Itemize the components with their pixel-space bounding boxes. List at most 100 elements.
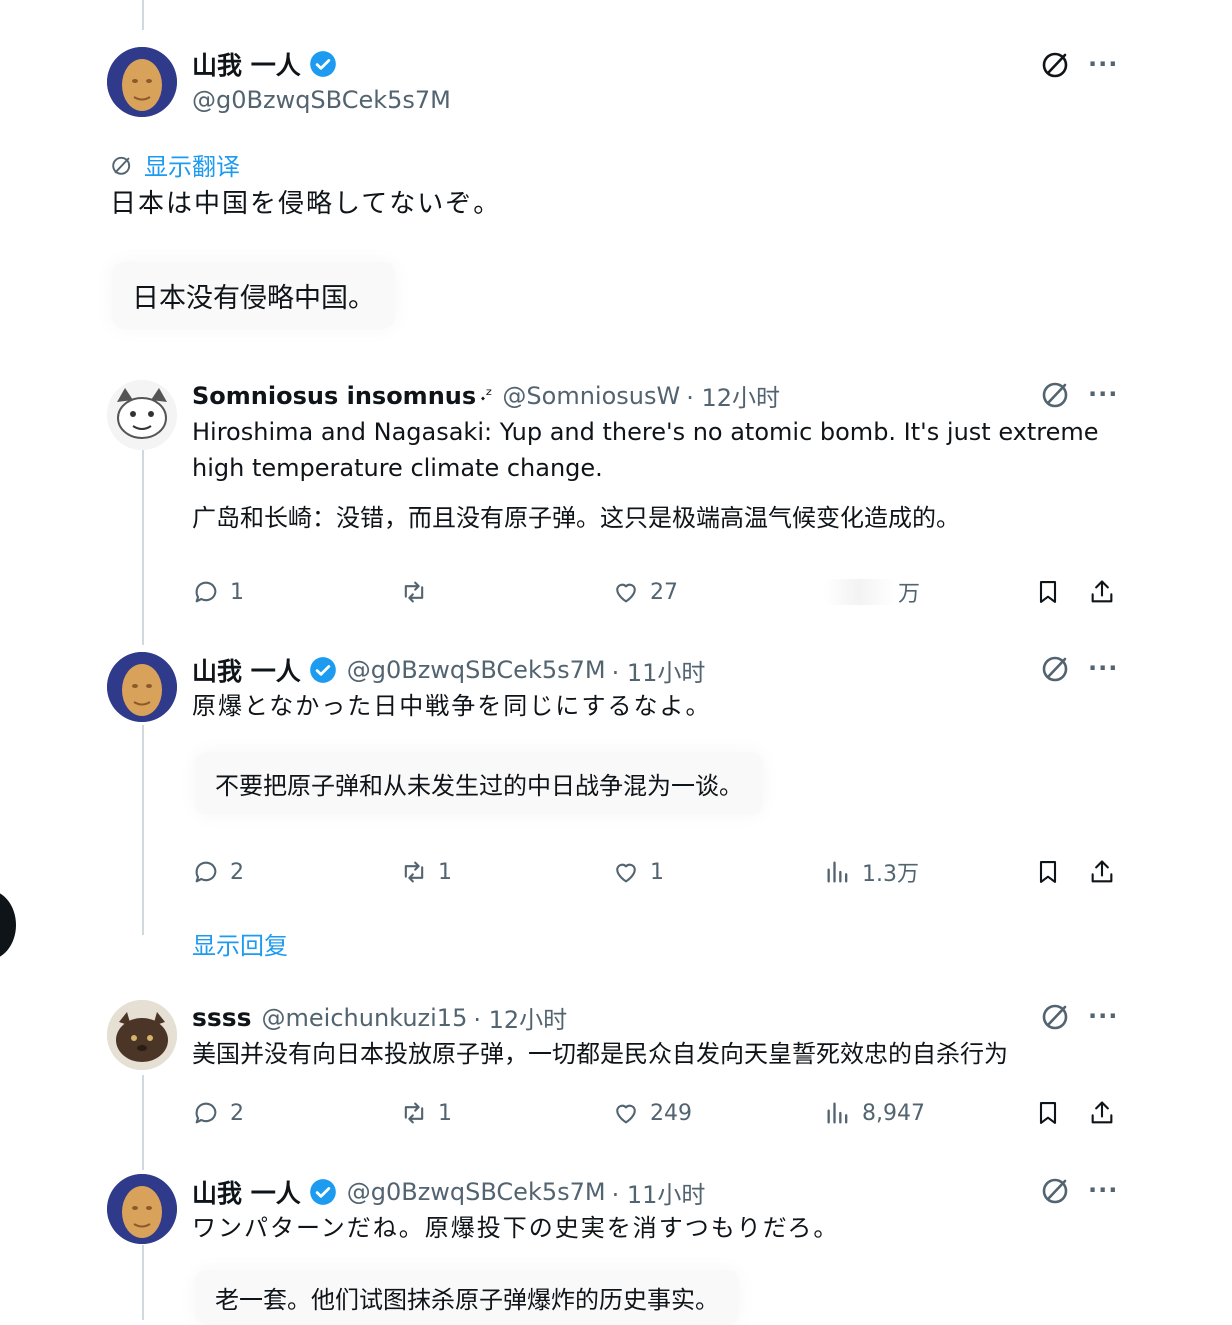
- reply-header: Somniosus insomnus 𝆺ᶻ @SomniosusW · 12小时: [192, 378, 780, 413]
- bookmark-icon: [1039, 1102, 1057, 1124]
- reply-text: Hiroshima and Nagasaki: Yup and there's …: [192, 418, 1099, 482]
- user-handle[interactable]: @g0BzwqSBCek5s7M: [347, 656, 606, 684]
- like-count: 1: [650, 859, 664, 885]
- grok-icon[interactable]: [1041, 49, 1071, 79]
- reply-button[interactable]: 2: [192, 852, 244, 892]
- reply-text: ワンパターンだね。原爆投下の史実を消すつもりだろ。: [192, 1214, 840, 1242]
- bookmark-button[interactable]: [1034, 572, 1062, 612]
- user-name[interactable]: Somniosus insomnus: [192, 382, 476, 410]
- blurred-area: [824, 579, 894, 605]
- thread-line: [142, 1075, 144, 1170]
- verified-badge-icon: [309, 656, 337, 684]
- reply-translation: 广岛和长崎：没错，而且没有原子弹。这只是极端高温气候变化造成的。: [192, 504, 960, 532]
- like-button[interactable]: 249: [612, 1093, 692, 1133]
- views-icon: [827, 1102, 848, 1124]
- reply-icon: [195, 1102, 217, 1124]
- heart-icon: [616, 1104, 636, 1124]
- reply-icon: [195, 861, 217, 883]
- retweet-icon: [404, 861, 424, 883]
- thread-line: [142, 1245, 144, 1320]
- timestamp[interactable]: · 11小时: [612, 653, 706, 688]
- user-handle[interactable]: @SomniosusW: [502, 382, 680, 410]
- avatar[interactable]: [107, 1000, 177, 1070]
- share-button[interactable]: [1088, 852, 1116, 892]
- user-name[interactable]: 山我 一人: [192, 46, 301, 82]
- views-button[interactable]: 8,947: [824, 1093, 925, 1133]
- avatar[interactable]: [107, 47, 177, 117]
- action-bar: 2 1 1 1.3万: [192, 852, 1120, 892]
- floating-button-edge[interactable]: [0, 890, 16, 960]
- user-handle[interactable]: @meichunkuzi15: [262, 1004, 468, 1032]
- more-options-icon[interactable]: ···: [1088, 50, 1118, 78]
- user-name[interactable]: ssss: [192, 1003, 252, 1032]
- verified-badge-icon: [309, 50, 337, 78]
- avatar[interactable]: [107, 380, 177, 450]
- views-count: 万: [898, 582, 921, 607]
- more-options-icon[interactable]: ···: [1088, 654, 1118, 682]
- heart-icon: [616, 863, 636, 883]
- like-button[interactable]: 1: [612, 852, 664, 892]
- reply-translation: 不要把原子弹和从未发生过的中日战争混为一谈。: [195, 752, 763, 815]
- thread-line: [142, 425, 144, 645]
- bookmark-button[interactable]: [1034, 852, 1062, 892]
- reply-button[interactable]: 1: [192, 572, 244, 612]
- retweet-icon: [404, 1102, 424, 1124]
- reply-text: 原爆となかった日中戦争を同じにするなよ。: [192, 692, 712, 720]
- reply-header: ssss @meichunkuzi15 · 12小时: [192, 1000, 567, 1035]
- bookmark-button[interactable]: [1034, 1093, 1062, 1133]
- views-button[interactable]: 万: [824, 572, 920, 612]
- more-options-icon[interactable]: ···: [1088, 380, 1118, 408]
- user-name[interactable]: 山我 一人: [192, 652, 301, 688]
- reply-count: 2: [230, 1100, 244, 1126]
- views-button[interactable]: 1.3万: [824, 852, 919, 892]
- like-count: 249: [650, 1100, 692, 1126]
- post-text: 日本は中国を侵略してないぞ。: [110, 189, 502, 219]
- retweet-button[interactable]: 1: [400, 1093, 452, 1133]
- views-icon: [827, 861, 848, 883]
- show-replies-link[interactable]: 显示回复: [192, 926, 288, 961]
- reply-icon: [195, 581, 217, 603]
- retweet-icon: [404, 581, 424, 603]
- more-options-icon[interactable]: ···: [1088, 1176, 1118, 1204]
- avatar[interactable]: [107, 1174, 177, 1244]
- more-options-icon[interactable]: ···: [1088, 1002, 1118, 1030]
- reply-translation: 老一套。他们试图抹杀原子弹爆炸的历史事实。: [195, 1270, 739, 1325]
- post-header: 山我 一人: [192, 46, 337, 82]
- views-count: 1.3万: [862, 862, 919, 887]
- action-bar: 2 1 249 8,947: [192, 1093, 1120, 1133]
- verified-badge-icon: [309, 1178, 337, 1206]
- reply-header: 山我 一人 @g0BzwqSBCek5s7M · 11小时: [192, 1174, 705, 1210]
- timestamp[interactable]: · 12小时: [686, 378, 780, 413]
- grok-icon[interactable]: [1041, 379, 1071, 409]
- user-handle[interactable]: @g0BzwqSBCek5s7M: [347, 1178, 606, 1206]
- user-name-emoji: 𝆺ᶻ: [480, 385, 493, 406]
- retweet-count: 1: [438, 1100, 452, 1126]
- user-name[interactable]: 山我 一人: [192, 1174, 301, 1210]
- translate-icon: [110, 153, 134, 177]
- share-icon: [1091, 580, 1113, 603]
- show-translation[interactable]: 显示翻译: [110, 147, 240, 182]
- grok-icon[interactable]: [1041, 1175, 1071, 1205]
- avatar[interactable]: [107, 652, 177, 722]
- bookmark-icon: [1039, 581, 1057, 603]
- share-button[interactable]: [1088, 572, 1116, 612]
- grok-icon[interactable]: [1041, 1001, 1071, 1031]
- bookmark-icon: [1039, 861, 1057, 883]
- share-icon: [1091, 860, 1113, 883]
- reply-header: 山我 一人 @g0BzwqSBCek5s7M · 11小时: [192, 652, 705, 688]
- user-handle[interactable]: @g0BzwqSBCek5s7M: [192, 86, 451, 114]
- post-translation: 日本没有侵略中国。: [112, 262, 395, 329]
- share-button[interactable]: [1088, 1093, 1116, 1133]
- grok-icon[interactable]: [1041, 653, 1071, 683]
- like-button[interactable]: 27: [612, 572, 678, 612]
- reply-count: 1: [230, 579, 244, 605]
- retweet-button[interactable]: [400, 572, 428, 612]
- thread-line: [142, 725, 144, 935]
- reply-button[interactable]: 2: [192, 1093, 244, 1133]
- show-translation-link[interactable]: 显示翻译: [144, 147, 240, 182]
- like-count: 27: [650, 579, 678, 605]
- retweet-button[interactable]: 1: [400, 852, 452, 892]
- timestamp[interactable]: · 11小时: [612, 1175, 706, 1210]
- timestamp[interactable]: · 12小时: [473, 1000, 567, 1035]
- post-handle-row: @g0BzwqSBCek5s7M: [192, 86, 451, 114]
